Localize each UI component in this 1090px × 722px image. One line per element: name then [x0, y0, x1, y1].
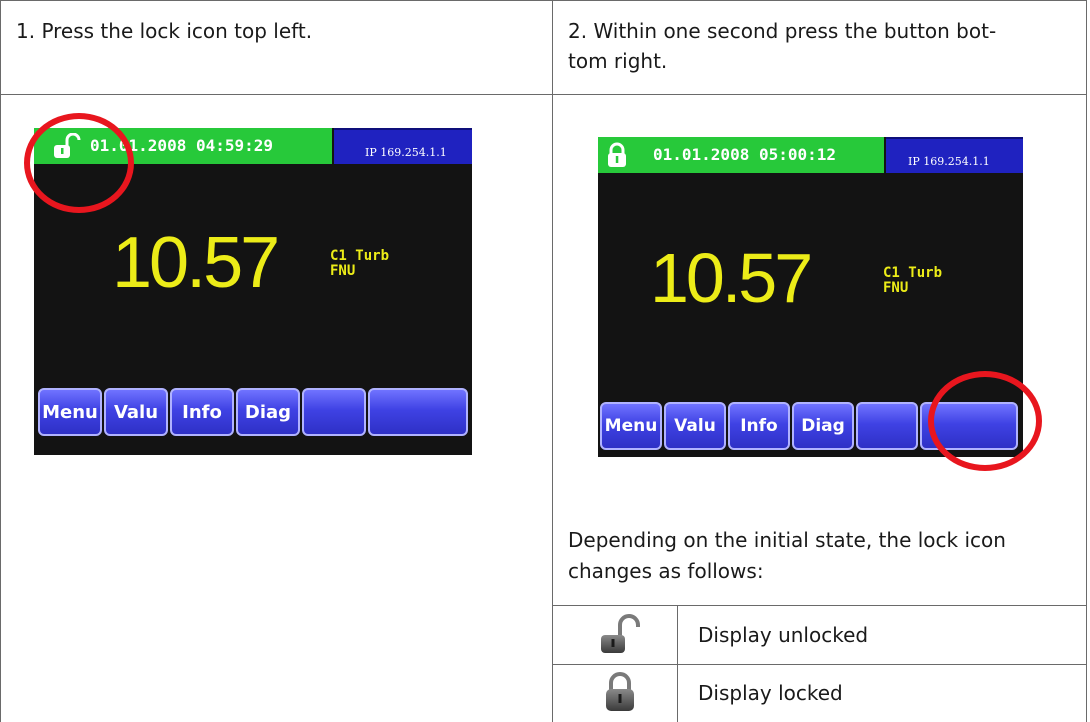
description-line1: Depending on the initial state, the lock… [568, 528, 1006, 552]
legend-top-divider [552, 605, 1087, 606]
softkey-5[interactable] [302, 388, 366, 436]
date-time: 01.01.2008 05:00:12 [653, 145, 837, 164]
legend-column-divider [677, 605, 678, 722]
table-border-right [1086, 0, 1087, 722]
highlight-ring-lock-icon [24, 113, 134, 213]
measured-value: 10.57 [650, 239, 813, 317]
table-row-divider [0, 94, 1087, 95]
softkey-menu[interactable]: Menu [38, 388, 102, 436]
highlight-ring-bottom-right-button [928, 371, 1042, 471]
lock-closed-icon [604, 670, 636, 718]
table-border-top [0, 0, 1087, 1]
description-line2: changes as follows: [568, 559, 764, 583]
unit-label: FNU [883, 280, 909, 296]
table-border-left [0, 0, 1, 722]
legend-label-locked: Display locked [698, 681, 843, 705]
step-2-text-line2: tom right. [568, 49, 668, 73]
softkey-values[interactable]: Valu [104, 388, 168, 436]
table-column-divider [552, 0, 553, 722]
softkey-values[interactable]: Valu [664, 402, 726, 450]
step-1-text: 1. Press the lock icon top left. [16, 19, 313, 43]
measured-value: 10.57 [112, 223, 280, 303]
softkey-6[interactable] [368, 388, 468, 436]
unit-label: FNU [330, 263, 356, 279]
channel-label: C1 Turb [330, 248, 390, 264]
ip-address: IP 169.254.1.1 [365, 146, 447, 159]
softkey-info[interactable]: Info [170, 388, 234, 436]
legend-middle-divider [552, 664, 1087, 665]
softkey-info[interactable]: Info [728, 402, 790, 450]
softkey-5[interactable] [856, 402, 918, 450]
channel-label: C1 Turb [883, 265, 943, 281]
softkey-menu[interactable]: Menu [600, 402, 662, 450]
ip-address: IP 169.254.1.1 [908, 155, 990, 168]
lock-open-icon [598, 613, 646, 659]
softkey-diag[interactable]: Diag [236, 388, 300, 436]
softkey-diag[interactable]: Diag [792, 402, 854, 450]
step-2-text-line1: 2. Within one second press the button bo… [568, 19, 997, 43]
legend-label-unlocked: Display unlocked [698, 623, 869, 647]
lock-closed-icon[interactable] [606, 142, 628, 172]
